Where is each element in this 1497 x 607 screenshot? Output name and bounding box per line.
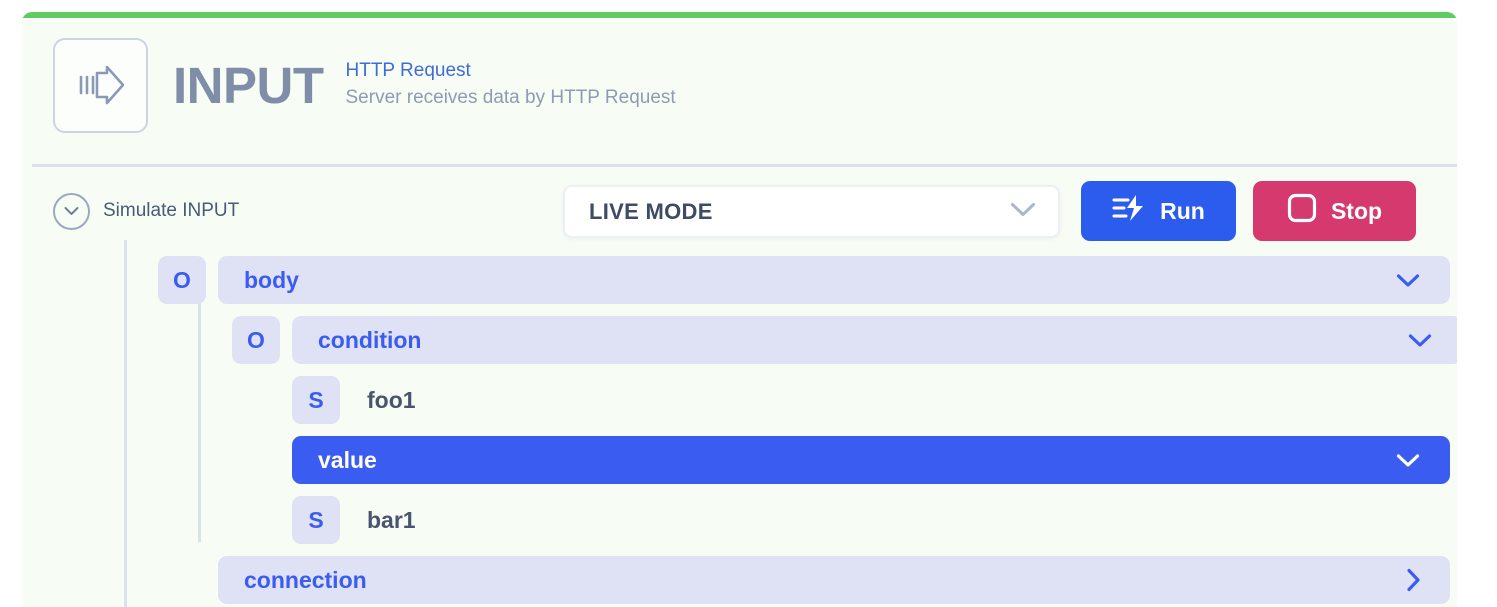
table-row[interactable]: O body bbox=[158, 256, 1450, 304]
tree-row-condition[interactable]: condition bbox=[292, 316, 1457, 364]
node-description: Server receives data by HTTP Request bbox=[345, 87, 676, 108]
input-node-panel: INPUT HTTP Request Server receives data … bbox=[22, 12, 1457, 607]
chevron-down-icon[interactable] bbox=[1396, 273, 1420, 287]
table-row[interactable]: connection bbox=[218, 556, 1450, 604]
table-row[interactable]: O condition bbox=[232, 316, 1457, 364]
tree-row-label: connection bbox=[244, 566, 367, 593]
type-badge: O bbox=[232, 316, 280, 364]
type-badge: O bbox=[158, 256, 206, 304]
stop-button-label: Stop bbox=[1330, 197, 1383, 224]
run-button[interactable]: Run bbox=[1081, 181, 1236, 241]
stop-square-icon bbox=[1287, 193, 1317, 229]
chevron-right-icon[interactable] bbox=[1406, 568, 1420, 592]
run-lightning-icon bbox=[1112, 194, 1146, 228]
tree-row-label: condition bbox=[318, 326, 422, 353]
table-row[interactable]: S foo1 bbox=[292, 376, 416, 424]
tree-guide-line bbox=[124, 240, 127, 607]
node-type-link[interactable]: HTTP Request bbox=[346, 60, 676, 82]
input-arrow-icon bbox=[53, 37, 148, 133]
chevron-down-icon[interactable] bbox=[1010, 201, 1036, 222]
page-title: INPUT bbox=[173, 56, 324, 114]
payload-tree: O body O condition S foo1 value S bar1 c… bbox=[22, 240, 1457, 607]
tree-row-label: bar1 bbox=[367, 506, 416, 533]
mode-select[interactable]: LIVE MODE bbox=[563, 185, 1060, 238]
mode-select-value: LIVE MODE bbox=[589, 198, 713, 224]
tree-row-connection[interactable]: connection bbox=[218, 556, 1450, 604]
tree-row-label: body bbox=[244, 266, 299, 293]
type-badge: S bbox=[292, 496, 340, 544]
tree-row-label: foo1 bbox=[367, 386, 416, 413]
tree-row-value[interactable]: value bbox=[292, 436, 1450, 484]
type-badge: S bbox=[292, 376, 340, 424]
simulate-input-toggle[interactable]: Simulate INPUT bbox=[53, 192, 240, 230]
table-row[interactable]: value bbox=[292, 436, 1450, 484]
tree-row-body[interactable]: body bbox=[218, 256, 1450, 304]
run-button-label: Run bbox=[1160, 197, 1205, 224]
tree-row-label: value bbox=[318, 446, 377, 473]
stop-button[interactable]: Stop bbox=[1253, 181, 1416, 241]
header-divider bbox=[32, 164, 1457, 167]
table-row[interactable]: S bar1 bbox=[292, 496, 416, 544]
tree-guide-line bbox=[198, 294, 201, 542]
chevron-down-circle-icon[interactable] bbox=[53, 192, 90, 230]
chevron-down-icon[interactable] bbox=[1408, 333, 1432, 347]
chevron-down-icon[interactable] bbox=[1396, 453, 1420, 467]
simulate-input-label: Simulate INPUT bbox=[103, 200, 240, 221]
node-header: INPUT HTTP Request Server receives data … bbox=[22, 18, 1457, 152]
